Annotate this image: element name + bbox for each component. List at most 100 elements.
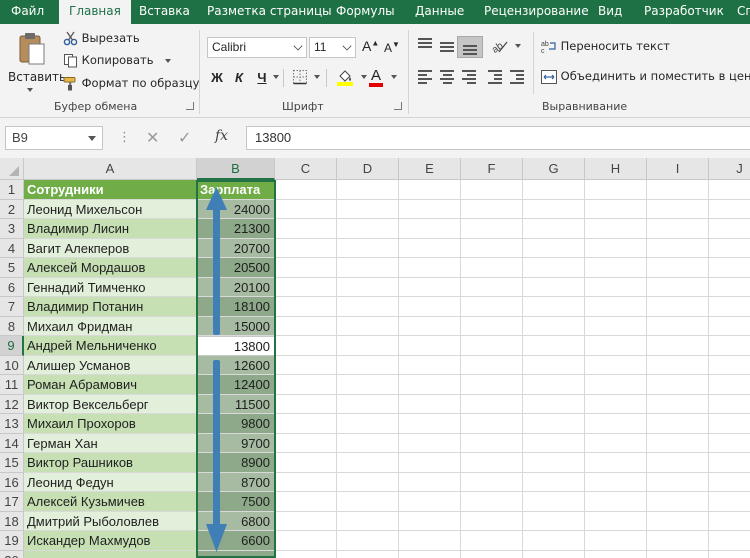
empty-cell[interactable] bbox=[399, 433, 461, 453]
empty-cell[interactable] bbox=[585, 277, 647, 297]
employee-name-cell[interactable]: Герман Хан bbox=[24, 433, 197, 453]
empty-cell[interactable] bbox=[337, 219, 399, 239]
empty-cell[interactable] bbox=[647, 277, 709, 297]
empty-cell[interactable] bbox=[585, 492, 647, 512]
row-header[interactable]: 11 bbox=[0, 375, 24, 395]
empty-cell[interactable] bbox=[523, 433, 585, 453]
row-header[interactable]: 17 bbox=[0, 492, 24, 512]
empty-cell[interactable] bbox=[399, 472, 461, 492]
empty-cell[interactable] bbox=[585, 238, 647, 258]
grow-font-button[interactable]: A▲ bbox=[362, 38, 379, 54]
empty-cell[interactable] bbox=[647, 394, 709, 414]
empty-cell[interactable] bbox=[709, 316, 750, 336]
employee-name-cell[interactable]: Вагит Алекперов bbox=[24, 238, 197, 258]
row-header[interactable]: 12 bbox=[0, 394, 24, 414]
empty-cell[interactable] bbox=[523, 355, 585, 375]
row-header[interactable]: 18 bbox=[0, 511, 24, 531]
tab-data[interactable]: Данные bbox=[415, 0, 464, 24]
empty-cell[interactable] bbox=[647, 316, 709, 336]
decrease-indent-icon[interactable] bbox=[488, 70, 502, 86]
empty-cell[interactable] bbox=[585, 511, 647, 531]
empty-cell[interactable] bbox=[461, 258, 523, 278]
empty-cell[interactable] bbox=[399, 238, 461, 258]
underline-button[interactable]: Ч bbox=[253, 68, 271, 88]
empty-cell[interactable] bbox=[275, 180, 337, 200]
borders-button[interactable] bbox=[292, 69, 320, 85]
header-cell-employees[interactable]: Сотрудники bbox=[24, 180, 197, 200]
empty-cell[interactable] bbox=[709, 219, 750, 239]
empty-cell[interactable] bbox=[399, 316, 461, 336]
fill-color-button[interactable] bbox=[336, 68, 367, 86]
empty-cell[interactable] bbox=[523, 453, 585, 473]
empty-cell[interactable] bbox=[585, 453, 647, 473]
employee-name-cell[interactable]: Виктор Вексельберг bbox=[24, 394, 197, 414]
empty-cell[interactable] bbox=[337, 472, 399, 492]
empty-cell[interactable] bbox=[275, 277, 337, 297]
empty-cell[interactable] bbox=[461, 336, 523, 356]
row-header[interactable]: 10 bbox=[0, 355, 24, 375]
align-middle-icon[interactable] bbox=[440, 42, 454, 54]
empty-cell[interactable] bbox=[275, 199, 337, 219]
empty-cell[interactable] bbox=[399, 492, 461, 512]
empty-cell[interactable] bbox=[337, 297, 399, 317]
empty-cell[interactable] bbox=[585, 550, 647, 558]
empty-cell[interactable] bbox=[585, 433, 647, 453]
empty-cell[interactable] bbox=[647, 511, 709, 531]
empty-cell[interactable] bbox=[523, 180, 585, 200]
tab-review[interactable]: Рецензирование bbox=[484, 0, 589, 24]
align-right-icon[interactable] bbox=[462, 70, 476, 86]
empty-cell[interactable] bbox=[399, 511, 461, 531]
empty-cell[interactable] bbox=[585, 180, 647, 200]
bold-button[interactable]: Ж bbox=[208, 68, 226, 88]
empty-cell[interactable] bbox=[461, 180, 523, 200]
empty-cell[interactable] bbox=[399, 414, 461, 434]
empty-cell[interactable] bbox=[337, 511, 399, 531]
empty-cell[interactable] bbox=[461, 219, 523, 239]
empty-cell[interactable] bbox=[399, 394, 461, 414]
empty-cell[interactable] bbox=[647, 219, 709, 239]
column-header-h[interactable]: H bbox=[585, 158, 647, 180]
tab-insert[interactable]: Вставка bbox=[139, 0, 190, 24]
empty-cell[interactable] bbox=[585, 394, 647, 414]
empty-cell[interactable] bbox=[585, 219, 647, 239]
empty-cell[interactable] bbox=[337, 414, 399, 434]
empty-cell[interactable] bbox=[337, 433, 399, 453]
empty-cell[interactable] bbox=[275, 355, 337, 375]
employee-name-cell[interactable]: Алексей Кузьмичев bbox=[24, 492, 197, 512]
clipboard-launcher-icon[interactable] bbox=[186, 102, 194, 110]
format-painter-button[interactable]: Формат по образцу bbox=[63, 76, 199, 91]
employee-name-cell[interactable]: Андрей Мельниченко bbox=[24, 336, 197, 356]
empty-cell[interactable] bbox=[709, 472, 750, 492]
empty-cell[interactable] bbox=[709, 453, 750, 473]
column-header-f[interactable]: F bbox=[461, 158, 523, 180]
column-header-c[interactable]: C bbox=[275, 158, 337, 180]
employee-name-cell[interactable]: Искандер Махмудов bbox=[24, 531, 197, 551]
empty-cell[interactable] bbox=[275, 414, 337, 434]
select-all-corner[interactable] bbox=[0, 158, 24, 180]
tab-more[interactable]: Сп bbox=[737, 0, 750, 24]
empty-cell[interactable] bbox=[523, 297, 585, 317]
row-header[interactable]: 9 bbox=[0, 336, 24, 356]
row-header[interactable]: 8 bbox=[0, 316, 24, 336]
font-launcher-icon[interactable] bbox=[394, 102, 402, 110]
empty-cell[interactable] bbox=[647, 472, 709, 492]
empty-cell[interactable] bbox=[523, 375, 585, 395]
empty-cell[interactable] bbox=[523, 258, 585, 278]
underline-dropdown-icon[interactable] bbox=[273, 75, 279, 79]
empty-cell[interactable] bbox=[275, 453, 337, 473]
employee-name-cell[interactable]: Дмитрий Рыболовлев bbox=[24, 511, 197, 531]
paste-button[interactable]: Вставить bbox=[8, 30, 66, 96]
empty-cell[interactable] bbox=[523, 492, 585, 512]
empty-cell[interactable] bbox=[585, 258, 647, 278]
empty-cell[interactable] bbox=[461, 394, 523, 414]
empty-cell[interactable] bbox=[461, 277, 523, 297]
empty-cell[interactable] bbox=[523, 472, 585, 492]
align-bottom-button[interactable] bbox=[457, 36, 483, 58]
row-header[interactable]: 19 bbox=[0, 531, 24, 551]
column-header-j[interactable]: J bbox=[709, 158, 750, 180]
empty-cell[interactable] bbox=[399, 277, 461, 297]
employee-name-cell[interactable]: Владимир Потанин bbox=[24, 297, 197, 317]
empty-cell[interactable] bbox=[647, 258, 709, 278]
employee-name-cell[interactable]: Михаил Фридман bbox=[24, 316, 197, 336]
empty-cell[interactable] bbox=[647, 414, 709, 434]
